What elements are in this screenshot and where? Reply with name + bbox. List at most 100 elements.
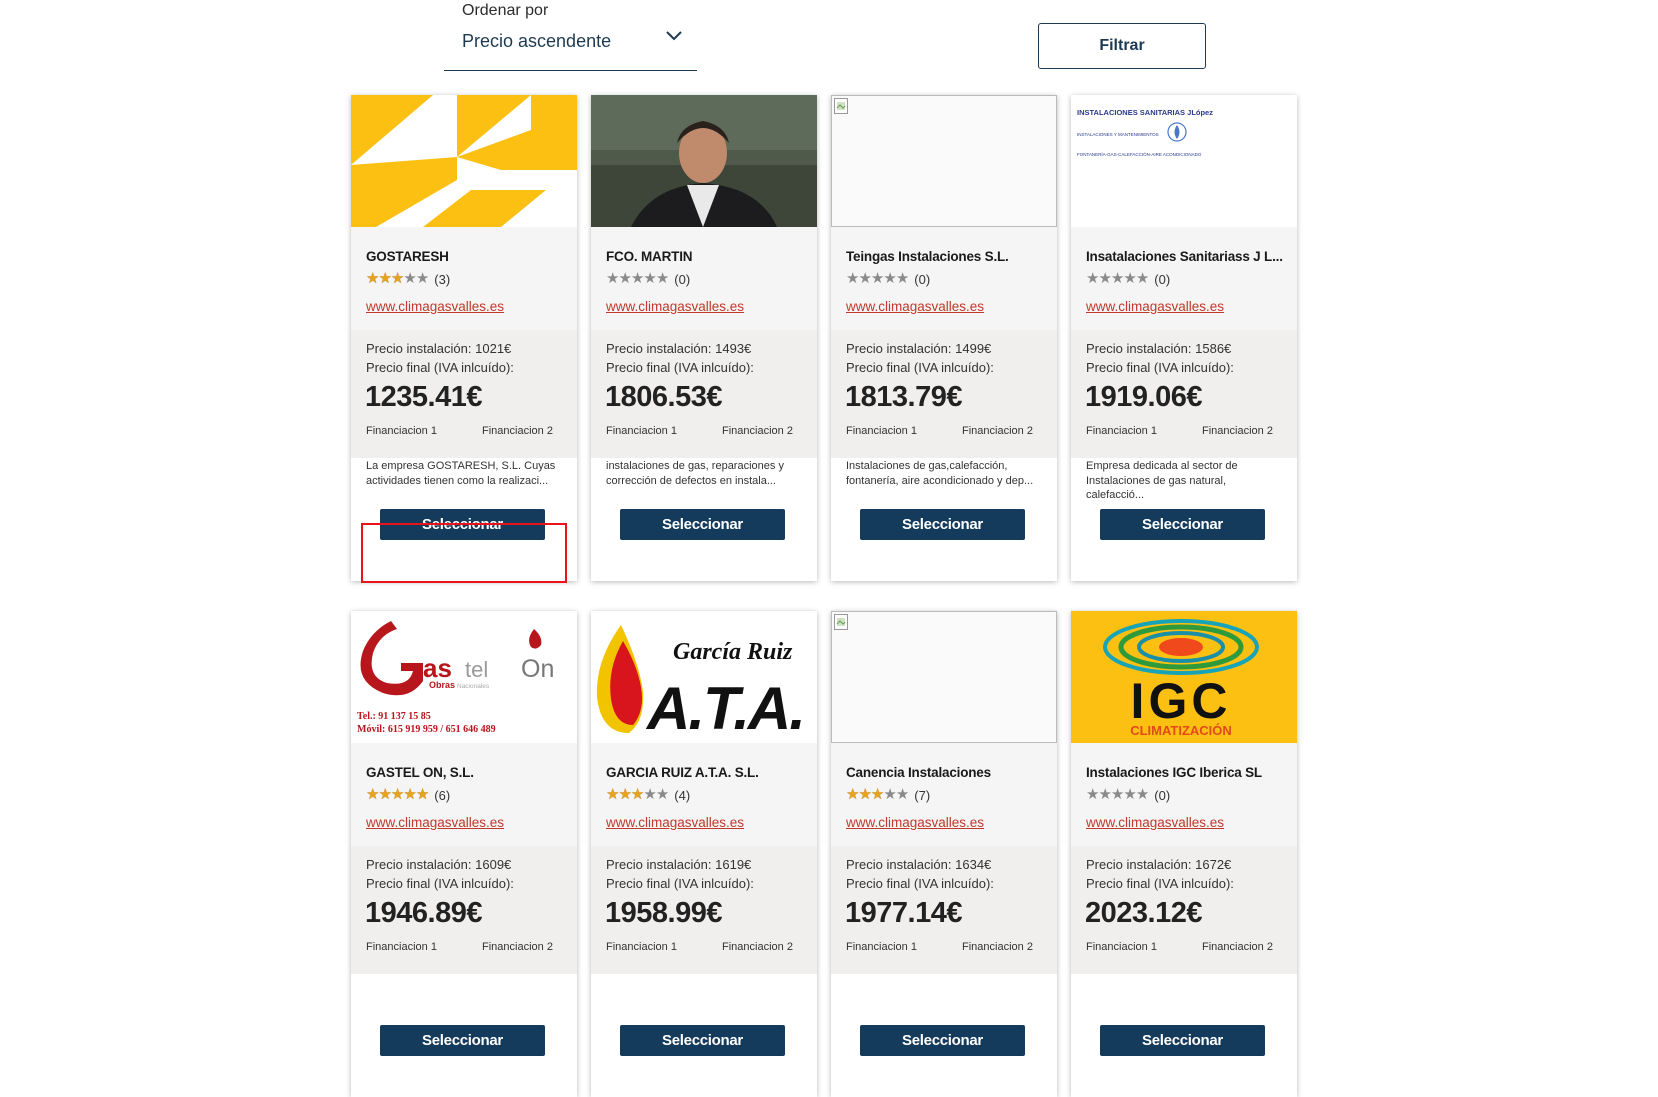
provider-card: IGC CLIMATIZACIÓN Instalaciones IGC Iber… xyxy=(1071,611,1297,1097)
star-icon: ★ xyxy=(883,270,896,287)
card-rating: ★★★★★ (6) xyxy=(366,787,450,803)
rating-stars: ★★★★★ xyxy=(846,786,909,803)
select-button[interactable]: Seleccionar xyxy=(380,509,545,540)
select-button[interactable]: Seleccionar xyxy=(380,1025,545,1056)
chevron-down-icon[interactable] xyxy=(665,30,683,42)
financing-option-1[interactable]: Financiacion 1 xyxy=(1086,425,1157,437)
card-header: Insatalaciones Sanitariass J L... ★★★★★ … xyxy=(1071,227,1297,330)
rating-stars: ★★★★★ xyxy=(606,270,669,287)
svg-text:INSTALACIONES Y MANTENIMIENTOS: INSTALACIONES Y MANTENIMIENTOS xyxy=(1077,132,1159,137)
star-icon: ★ xyxy=(606,270,619,287)
financing-option-1[interactable]: Financiacion 1 xyxy=(846,941,917,953)
star-icon: ★ xyxy=(1135,786,1149,803)
sanitarias-logo: INSTALACIONES SANITARIAS JLópez INSTALAC… xyxy=(1071,95,1297,227)
financing-option-2[interactable]: Financiacion 2 xyxy=(722,425,793,437)
card-rating: ★★★★★ (4) xyxy=(606,787,690,803)
website-link[interactable]: www.climagasvalles.es xyxy=(606,299,744,314)
filter-button[interactable]: Filtrar xyxy=(1038,23,1206,69)
final-price: 1958.99€ xyxy=(605,897,722,929)
star-icon: ★ xyxy=(846,270,859,287)
final-price-label: Precio final (IVA inlcuído): xyxy=(846,876,994,891)
svg-text:Móvil: 615 919 959 / 651 646 4: Móvil: 615 919 959 / 651 646 489 xyxy=(357,724,496,735)
install-price-label: Precio instalación: xyxy=(1086,341,1192,356)
final-price: 2023.12€ xyxy=(1085,897,1202,929)
select-button[interactable]: Seleccionar xyxy=(860,1025,1025,1056)
select-button[interactable]: Seleccionar xyxy=(1100,509,1265,540)
svg-text:CLIMATIZACIÓN: CLIMATIZACIÓN xyxy=(1130,723,1232,738)
final-price: 1919.06€ xyxy=(1085,381,1202,413)
select-button[interactable]: Seleccionar xyxy=(620,1025,785,1056)
sort-dropdown[interactable]: Ordenar por Precio ascendente xyxy=(444,0,697,71)
person-photo xyxy=(591,95,817,227)
financing-option-1[interactable]: Financiacion 1 xyxy=(366,425,437,437)
star-icon: ★ xyxy=(858,786,871,803)
star-icon: ★ xyxy=(378,270,391,287)
financing-option-2[interactable]: Financiacion 2 xyxy=(962,425,1033,437)
star-icon: ★ xyxy=(606,786,619,803)
financing-option-2[interactable]: Financiacion 2 xyxy=(722,941,793,953)
install-price: Precio instalación: 1499€ xyxy=(846,341,991,356)
card-description: instalaciones de gas, reparaciones y cor… xyxy=(606,460,784,487)
financing-option-2[interactable]: Financiacion 2 xyxy=(482,941,553,953)
website-link[interactable]: www.climagasvalles.es xyxy=(606,815,744,830)
gostaresh-logo xyxy=(351,95,577,227)
final-price-label: Precio final (IVA inlcuído): xyxy=(1086,876,1234,891)
price-box: Precio instalación: 1021€ Precio final (… xyxy=(351,330,577,458)
svg-text:Obras: Obras xyxy=(429,680,455,690)
card-image xyxy=(351,95,577,227)
install-price-label: Precio instalación: xyxy=(606,341,712,356)
website-link[interactable]: www.climagasvalles.es xyxy=(366,299,504,314)
rating-count: (0) xyxy=(674,271,691,287)
financing-option-2[interactable]: Financiacion 2 xyxy=(962,941,1033,953)
card-header: Teingas Instalaciones S.L. ★★★★★ (0) www… xyxy=(831,227,1057,330)
card-image xyxy=(831,95,1057,227)
select-button[interactable]: Seleccionar xyxy=(620,509,785,540)
financing-option-1[interactable]: Financiacion 1 xyxy=(606,425,677,437)
financing-option-1[interactable]: Financiacion 1 xyxy=(1086,941,1157,953)
website-link[interactable]: www.climagasvalles.es xyxy=(366,815,504,830)
svg-text:INSTALACIONES SANITARIAS JLópe: INSTALACIONES SANITARIAS JLópez xyxy=(1077,108,1213,117)
financing-option-1[interactable]: Financiacion 1 xyxy=(366,941,437,953)
price-box: Precio instalación: 1609€ Precio final (… xyxy=(351,846,577,974)
sort-value[interactable]: Precio ascendente xyxy=(462,31,611,52)
select-button[interactable]: Seleccionar xyxy=(1100,1025,1265,1056)
star-icon: ★ xyxy=(895,786,909,803)
select-button[interactable]: Seleccionar xyxy=(860,509,1025,540)
website-link[interactable]: www.climagasvalles.es xyxy=(846,815,984,830)
financing-option-2[interactable]: Financiacion 2 xyxy=(482,425,553,437)
card-title: Canencia Instalaciones xyxy=(846,765,991,780)
website-link[interactable]: www.climagasvalles.es xyxy=(846,299,984,314)
broken-image xyxy=(831,611,1057,743)
card-image xyxy=(591,95,817,227)
install-price-value: 1586€ xyxy=(1195,341,1232,356)
install-price-value: 1493€ xyxy=(715,341,752,356)
broken-image-icon xyxy=(834,614,848,630)
install-price: Precio instalación: 1672€ xyxy=(1086,857,1231,872)
card-header: GASTEL ON, S.L. ★★★★★ (6) www.climagasva… xyxy=(351,743,577,846)
star-icon: ★ xyxy=(655,786,669,803)
rating-count: (0) xyxy=(914,271,931,287)
card-title: GARCIA RUIZ A.T.A. S.L. xyxy=(606,765,759,780)
provider-card: as tel On Obras Nacionales Tel.: 91 137 … xyxy=(351,611,577,1097)
card-rating: ★★★★★ (0) xyxy=(1086,787,1170,803)
website-link[interactable]: www.climagasvalles.es xyxy=(1086,815,1224,830)
install-price-value: 1499€ xyxy=(955,341,992,356)
price-box: Precio instalación: 1586€ Precio final (… xyxy=(1071,330,1297,458)
financing-option-1[interactable]: Financiacion 1 xyxy=(606,941,677,953)
final-price-label: Precio final (IVA inlcuído): xyxy=(606,876,754,891)
card-header: Instalaciones IGC Iberica SL ★★★★★ (0) w… xyxy=(1071,743,1297,846)
svg-text:tel: tel xyxy=(465,657,488,682)
final-price-label: Precio final (IVA inlcuído): xyxy=(606,360,754,375)
final-price: 1813.79€ xyxy=(845,381,962,413)
website-link[interactable]: www.climagasvalles.es xyxy=(1086,299,1224,314)
gastel-logo: as tel On Obras Nacionales Tel.: 91 137 … xyxy=(351,611,577,743)
financing-option-2[interactable]: Financiacion 2 xyxy=(1202,941,1273,953)
star-icon: ★ xyxy=(1086,786,1099,803)
financing-option-1[interactable]: Financiacion 1 xyxy=(846,425,917,437)
card-rating: ★★★★★ (0) xyxy=(1086,271,1170,287)
price-box: Precio instalación: 1619€ Precio final (… xyxy=(591,846,817,974)
install-price-label: Precio instalación: xyxy=(366,341,472,356)
star-icon: ★ xyxy=(883,786,896,803)
financing-option-2[interactable]: Financiacion 2 xyxy=(1202,425,1273,437)
star-icon: ★ xyxy=(1098,786,1111,803)
